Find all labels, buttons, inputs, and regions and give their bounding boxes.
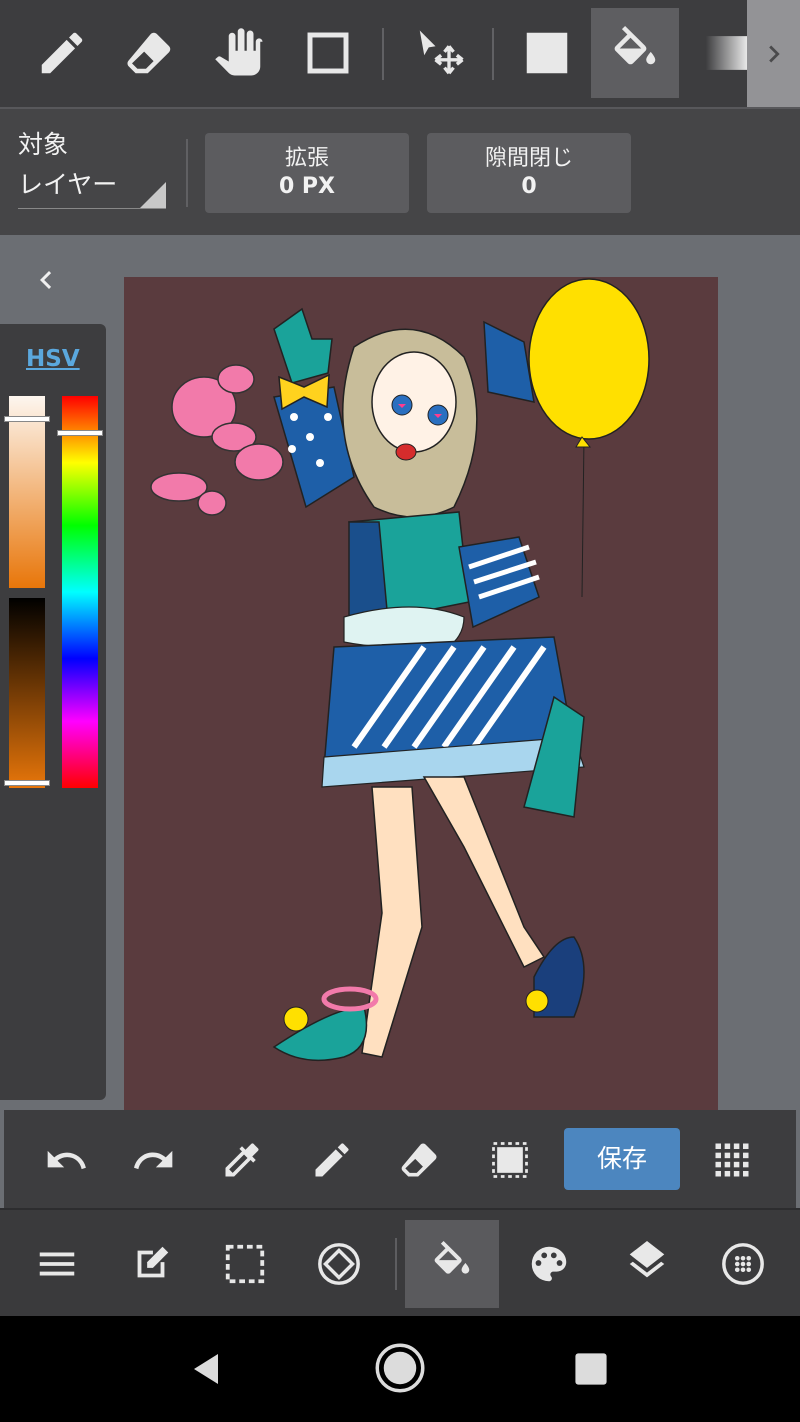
paint-bucket-icon xyxy=(614,26,656,65)
drawing-canvas[interactable] xyxy=(124,277,718,1110)
value-handle[interactable] xyxy=(4,780,50,786)
menu-button[interactable] xyxy=(10,1220,104,1308)
recents-square-icon[interactable] xyxy=(574,1352,608,1386)
nav-divider xyxy=(395,1238,397,1290)
undo-button[interactable] xyxy=(36,1130,96,1190)
grid-icon xyxy=(715,1143,749,1177)
filled-square-icon xyxy=(526,32,568,74)
shape-tool-button[interactable] xyxy=(284,8,372,98)
tool-options-bar: 対象 レイヤー 拡張 0 PX 隙間閉じ 0 xyxy=(0,107,800,235)
rotate-button[interactable] xyxy=(292,1220,386,1308)
toolbar-divider xyxy=(492,28,494,80)
back-triangle-icon[interactable] xyxy=(188,1350,224,1388)
target-value: レイヤー xyxy=(18,170,118,199)
pencil-icon xyxy=(315,1143,349,1177)
expand-button[interactable]: 拡張 0 PX xyxy=(205,133,409,213)
hand-icon xyxy=(215,28,263,76)
select-button[interactable] xyxy=(198,1220,292,1308)
target-label: 対象 xyxy=(18,130,69,159)
edit-icon xyxy=(137,1246,169,1278)
pen-tool-button[interactable] xyxy=(18,8,106,98)
saturation-slider[interactable] xyxy=(9,396,45,588)
artwork-illustration xyxy=(150,278,650,1062)
gradient-icon xyxy=(705,36,747,70)
expand-label: 拡張 xyxy=(284,146,329,171)
bottom-nav xyxy=(0,1208,800,1316)
bucket-tool-button[interactable] xyxy=(591,8,679,98)
hand-tool-button[interactable] xyxy=(196,8,284,98)
hue-slider[interactable] xyxy=(62,396,98,788)
move-tool-button[interactable] xyxy=(396,8,484,98)
gap-close-value: 0 xyxy=(521,174,537,199)
options-divider xyxy=(186,139,188,207)
gap-close-label: 隙間閉じ xyxy=(484,146,573,171)
selection-icon xyxy=(492,1142,528,1178)
target-select[interactable]: レイヤー xyxy=(18,165,166,209)
paint-bucket-icon xyxy=(434,1241,470,1274)
rotate-icon xyxy=(318,1243,360,1285)
color-panel: HSV xyxy=(0,324,106,1100)
save-button[interactable]: 保存 xyxy=(564,1128,680,1190)
eraser-button[interactable] xyxy=(390,1130,450,1190)
home-circle-icon[interactable] xyxy=(374,1342,426,1394)
value-slider[interactable] xyxy=(9,598,45,788)
palette-button[interactable] xyxy=(502,1220,596,1308)
command-bar: 保存 xyxy=(4,1110,796,1208)
redo-button[interactable] xyxy=(124,1130,184,1190)
edit-button[interactable] xyxy=(104,1220,198,1308)
eraser-tool-button[interactable] xyxy=(106,8,194,98)
brush-settings-button[interactable] xyxy=(696,1220,790,1308)
palette-icon xyxy=(531,1246,567,1282)
chevron-right-icon xyxy=(768,45,780,62)
brush-settings-icon xyxy=(722,1243,764,1285)
undo-icon xyxy=(47,1150,86,1170)
expand-value: 0 PX xyxy=(278,174,336,199)
gap-close-button[interactable]: 隙間閉じ 0 xyxy=(427,133,631,213)
top-toolbar xyxy=(0,0,800,107)
toolbar-scroll-right[interactable] xyxy=(747,0,800,107)
grid-menu-button[interactable] xyxy=(702,1130,762,1190)
dropdown-triangle-icon xyxy=(140,182,166,208)
collapse-panel-chevron-icon[interactable] xyxy=(28,262,64,298)
pen-button[interactable] xyxy=(302,1130,362,1190)
redo-icon xyxy=(134,1150,173,1170)
fill-rect-tool-button[interactable] xyxy=(503,8,591,98)
gradient-tool-button[interactable] xyxy=(680,8,747,98)
layers-button[interactable] xyxy=(600,1220,694,1308)
saturation-handle[interactable] xyxy=(4,416,50,422)
move-cursor-icon xyxy=(419,30,464,75)
eraser-icon xyxy=(401,1143,437,1177)
layers-icon xyxy=(629,1241,665,1278)
toolbar-divider xyxy=(382,28,384,80)
menu-icon xyxy=(39,1252,75,1276)
square-outline-icon xyxy=(307,32,349,74)
hsv-tab[interactable]: HSV xyxy=(26,346,80,372)
system-nav-bar xyxy=(0,1316,800,1422)
eyedropper-button[interactable] xyxy=(212,1130,272,1190)
hue-handle[interactable] xyxy=(57,430,103,436)
fill-button[interactable] xyxy=(405,1220,499,1308)
pencil-icon xyxy=(41,32,83,74)
select-icon xyxy=(225,1244,265,1284)
selection-button[interactable] xyxy=(480,1130,540,1190)
eyedropper-icon xyxy=(225,1143,259,1177)
eraser-icon xyxy=(127,32,171,74)
